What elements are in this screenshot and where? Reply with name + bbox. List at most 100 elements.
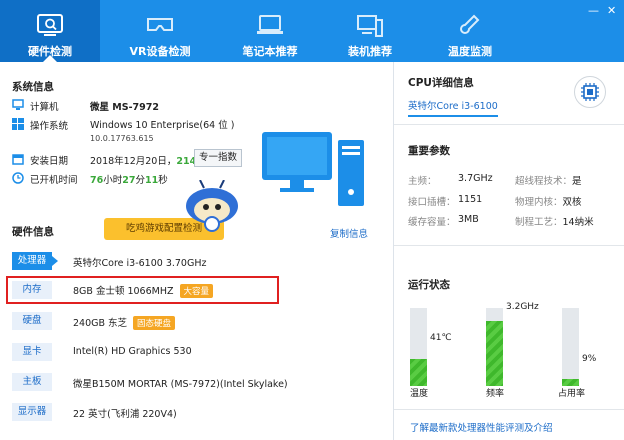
param-cache-value: 3MB (458, 214, 479, 225)
tab-label: VR设备检测 (129, 45, 191, 58)
os-value: Windows 10 Enterprise(64 位 ) (90, 120, 235, 131)
copy-info-link[interactable]: 复制信息 (330, 226, 368, 240)
param-hyperthreading: 超线程技术：是 (515, 173, 582, 187)
tab-pc-build[interactable]: 装机推荐 (320, 0, 420, 62)
index-button[interactable]: 专一指数 (194, 149, 243, 167)
uptime-minutes: 27 (122, 175, 136, 186)
pc-build-icon (356, 14, 384, 41)
hw-label-disk[interactable]: 硬盘 (12, 312, 52, 330)
param-cache: 缓存容量： (408, 214, 456, 228)
process-value: 14纳米 (562, 217, 594, 228)
process-label: 制程工艺： (515, 217, 563, 228)
status-title: 运行状态 (408, 279, 450, 291)
tab-label: 装机推荐 (348, 45, 392, 58)
temperature-bar (410, 308, 427, 386)
socket-label: 接口插槽： (408, 197, 456, 208)
hw-value-gpu: Intel(R) HD Graphics 530 (73, 346, 192, 357)
uptime-label: 已开机时间 (30, 175, 78, 186)
uptime-minutes-unit: 分 (135, 175, 145, 186)
uptime-hours-unit: 小时 (103, 175, 123, 186)
pc-illustration (262, 130, 372, 213)
usage-value: 9% (582, 354, 597, 364)
monitor-icon (37, 14, 63, 41)
param-socket-value: 1151 (458, 194, 483, 205)
cpu-chip-icon (574, 76, 606, 108)
install-date-label: 安装日期 (30, 156, 69, 167)
processor-review-link[interactable]: 了解最新款处理器性能评测及介绍 (410, 420, 553, 434)
temperature-fill (410, 359, 427, 386)
computer-value: 微星 MS-7972 (90, 102, 159, 113)
cpu-label-pointer (52, 256, 58, 266)
hardware-info-title: 硬件信息 (12, 226, 54, 238)
clock-icon (12, 172, 24, 184)
ht-label: 超线程技术： (515, 176, 573, 187)
system-info-title: 系统信息 (12, 81, 54, 93)
mascot-character (176, 179, 250, 239)
uptime-seconds-unit: 秒 (158, 175, 168, 186)
param-frequency: 主频： (408, 173, 437, 187)
tab-label: 笔记本推荐 (242, 45, 298, 58)
hw-label-memory[interactable]: 内存 (12, 281, 52, 299)
temperature-label: 温度 (410, 389, 429, 399)
windows-logo-icon (12, 118, 24, 130)
hw-label-motherboard[interactable]: 主板 (12, 373, 52, 391)
install-date: 2018年12月20日， (90, 156, 177, 167)
computer-icon (12, 99, 24, 111)
disk-value-text: 240GB 东芝 (73, 318, 128, 329)
hw-value-disk: 240GB 东芝 固态硬盘 (73, 315, 176, 330)
active-tab-pointer (43, 55, 57, 62)
frequency-bar (486, 308, 503, 386)
divider (394, 409, 624, 410)
hw-value-cpu: 英特尔Core i3-6100 3.70GHz (73, 258, 207, 269)
cpu-detail-title: CPU详细信息 (408, 77, 474, 89)
os-label: 操作系统 (30, 121, 69, 132)
tab-hardware-check[interactable]: 硬件检测 (0, 0, 100, 62)
os-build: 10.0.17763.615 (90, 134, 154, 143)
temperature-value: 41℃ (430, 333, 452, 343)
divider (394, 124, 624, 125)
frequency-fill (486, 321, 503, 386)
left-panel: 系统信息 计算机 微星 MS-7972 操作系统 Windows 10 Ente… (0, 62, 392, 440)
vr-headset-icon (146, 14, 174, 39)
right-panel: CPU详细信息 英特尔Core i3-6100 重要参数 主频： 3.7GHz … (393, 62, 624, 440)
tab-label: 温度监测 (448, 45, 492, 58)
usage-bar (562, 308, 579, 386)
hw-value-memory: 8GB 金士顿 1066MHZ 大容量 (73, 283, 214, 298)
tab-temperature-monitor[interactable]: 温度监测 (420, 0, 520, 62)
tab-laptop-recommend[interactable]: 笔记本推荐 (220, 0, 320, 62)
hw-value-monitor: 22 英寸(飞利浦 220V4) (73, 409, 177, 420)
memory-value-text: 8GB 金士顿 1066MHZ (73, 286, 174, 297)
params-title: 重要参数 (408, 145, 450, 157)
computer-label: 计算机 (30, 102, 59, 113)
divider (394, 245, 624, 246)
laptop-icon (256, 14, 284, 39)
cores-label: 物理内核： (515, 197, 563, 208)
uptime-hours: 76 (90, 175, 104, 186)
hw-label-gpu[interactable]: 显卡 (12, 343, 52, 361)
frequency-value: 3.2GHz (506, 302, 539, 312)
param-socket: 接口插槽： (408, 194, 456, 208)
ht-value: 是 (572, 176, 582, 187)
uptime-value: 76小时27分11秒 (90, 172, 168, 186)
uptime-seconds: 11 (145, 175, 159, 186)
cache-label: 缓存容量： (408, 217, 456, 228)
tab-vr-check[interactable]: VR设备检测 (100, 0, 220, 62)
thermometer-icon (460, 14, 480, 43)
freq-label: 主频： (408, 176, 437, 187)
usage-label: 占用率 (558, 389, 586, 399)
close-button[interactable]: ✕ (607, 4, 616, 17)
param-process: 制程工艺：14纳米 (515, 214, 594, 228)
cpu-name-tab[interactable]: 英特尔Core i3-6100 (408, 98, 498, 117)
minimize-button[interactable]: — (588, 4, 599, 17)
memory-badge: 大容量 (179, 284, 214, 298)
param-cores: 物理内核：双核 (515, 194, 582, 208)
cores-value: 双核 (562, 197, 582, 208)
hw-label-cpu[interactable]: 处理器 (12, 252, 52, 270)
frequency-label: 频率 (486, 389, 505, 399)
usage-fill (562, 379, 579, 386)
hw-label-monitor[interactable]: 显示器 (12, 403, 52, 421)
calendar-icon (12, 153, 24, 165)
disk-badge: 固态硬盘 (133, 316, 176, 330)
hw-value-motherboard: 微星B150M MORTAR (MS-7972)(Intel Skylake) (73, 379, 288, 390)
install-date-value: 2018年12月20日，214天 (90, 153, 206, 167)
